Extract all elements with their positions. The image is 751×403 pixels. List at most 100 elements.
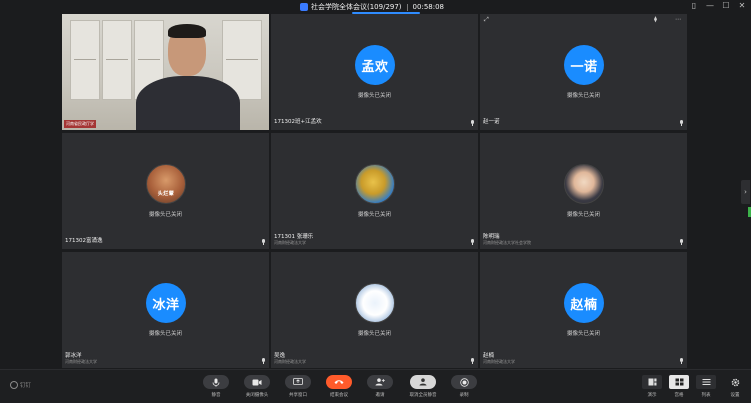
unmute-all-label: 取消全员静音 <box>409 393 437 398</box>
mic-icon <box>203 375 229 389</box>
avatar: 一诺 <box>564 45 604 85</box>
gear-icon <box>725 375 745 389</box>
pin-window-button[interactable]: ▯ <box>689 1 699 10</box>
camera-off-status: 摄像头已关闭 <box>357 331 391 337</box>
mic-muted-icon <box>470 358 475 364</box>
mute-button[interactable]: 静音 <box>198 375 234 398</box>
participant-tile[interactable]: 孟欢 摄像头已关闭 171302班+江孟欢 <box>271 14 478 130</box>
participant-tile-video[interactable]: 河南省民政厅学 <box>62 14 269 130</box>
background-cabinet <box>70 20 100 100</box>
camera-off-status: 摄像头已关闭 <box>566 93 600 99</box>
record-button[interactable]: 录制 <box>446 375 482 398</box>
grid-view-label: 宫格 <box>674 393 684 398</box>
settings-label: 设置 <box>730 393 740 398</box>
meeting-title: 社会学院全体会议(109/297) <box>311 3 402 11</box>
video-name-tag: 河南省民政厅学 <box>64 120 96 128</box>
participant-tile[interactable]: 摄像头已关闭 吴逸 河南财经政法大学 <box>271 252 478 368</box>
mic-status-icon: ⧫ <box>654 16 657 23</box>
participant-name: 赵一诺 <box>483 119 500 125</box>
avatar: 赵楠 <box>564 283 604 323</box>
more-options-icon[interactable]: ⋯ <box>675 16 681 23</box>
window-controls: ▯ — ☐ ✕ <box>689 1 747 10</box>
speaker-view-button[interactable]: 演示 <box>639 375 665 398</box>
avatar-photo: 头烂颦 <box>146 164 186 204</box>
share-window-label: 共享窗口 <box>289 393 307 398</box>
camera-off-status: 摄像头已关闭 <box>357 93 391 99</box>
participant-org: 河南财经政法大学 <box>65 359 97 364</box>
grid-view-button[interactable]: 宫格 <box>666 375 692 398</box>
side-panel-toggle-icon[interactable]: › <box>741 180 750 204</box>
person-hair <box>168 24 206 38</box>
brand-name: 钉钉 <box>20 383 32 389</box>
participant-name: 赵楠 <box>483 353 495 359</box>
avatar-photo <box>564 164 604 204</box>
end-meeting-button[interactable]: 结束会议 <box>321 375 357 398</box>
participant-name: 171302班+江孟欢 <box>274 119 322 125</box>
participant-name: 郭冰洋 <box>65 353 82 359</box>
list-view-button[interactable]: 列表 <box>693 375 719 398</box>
hangup-icon <box>326 375 352 389</box>
camera-icon <box>244 375 270 389</box>
mic-muted-icon <box>679 239 684 245</box>
meeting-timer: 00:58:08 <box>412 3 444 11</box>
participant-tile[interactable]: ⤢ ⧫ ⋯ 一诺 摄像头已关闭 赵一诺 <box>480 14 687 130</box>
person-body <box>136 76 240 130</box>
title-bar: 社会学院全体会议(109/297) 00:58:08 ▯ — ☐ ✕ <box>0 0 751 14</box>
share-window-button[interactable]: 共享窗口 <box>280 375 316 398</box>
avatar-photo <box>355 283 395 323</box>
participant-tile[interactable]: 头烂颦 摄像头已关闭 171302富涌逸 <box>62 133 269 249</box>
list-view-icon <box>696 375 716 389</box>
camera-off-status: 摄像头已关闭 <box>566 331 600 337</box>
participant-grid: 河南省民政厅学 孟欢 摄像头已关闭 171302班+江孟欢 ⤢ ⧫ ⋯ 一诺 摄… <box>62 14 690 369</box>
photo-caption: 头烂颦 <box>157 191 175 197</box>
meeting-title-group: 社会学院全体会议(109/297) 00:58:08 <box>300 2 444 12</box>
close-button[interactable]: ✕ <box>737 1 747 10</box>
camera-off-status: 摄像头已关闭 <box>357 212 391 218</box>
meeting-toolbar: 钉钉 静音 关闭摄像头 共享窗口 结束会议 邀请 取消全员静音 录制 演示 宫格… <box>0 369 751 403</box>
camera-off-status: 摄像头已关闭 <box>148 212 182 218</box>
participant-tile[interactable]: 赵楠 摄像头已关闭 赵楠 河南财经政法大学 <box>480 252 687 368</box>
shield-icon <box>300 3 308 11</box>
speaker-view-icon <box>642 375 662 389</box>
invite-label: 邀请 <box>375 393 385 398</box>
share-screen-icon <box>285 375 311 389</box>
participant-tile[interactable]: 摄像头已关闭 171301 张珊乐 河南财经政法大学 <box>271 133 478 249</box>
invite-button[interactable]: 邀请 <box>362 375 398 398</box>
participant-name: 171301 张珊乐 <box>274 234 314 240</box>
maximize-button[interactable]: ☐ <box>721 1 731 10</box>
participant-name: 陈明瑞 <box>483 234 500 240</box>
avatar: 孟欢 <box>355 45 395 85</box>
participant-org: 河南财经政法大学 <box>274 240 306 245</box>
mic-muted-icon <box>261 239 266 245</box>
avatar: 冰洋 <box>146 283 186 323</box>
camera-off-status: 摄像头已关闭 <box>566 212 600 218</box>
mic-muted-icon <box>470 239 475 245</box>
background-cabinet <box>102 20 132 100</box>
invite-icon <box>367 375 393 389</box>
avatar-photo <box>355 164 395 204</box>
mic-muted-icon <box>679 120 684 126</box>
title-separator <box>406 3 408 11</box>
brand-icon <box>10 381 18 389</box>
camera-off-status: 摄像头已关闭 <box>148 331 182 337</box>
expand-icon[interactable]: ⤢ <box>484 16 489 24</box>
participant-tile[interactable]: 摄像头已关闭 陈明瑞 河南财经政法大学社会学院 <box>480 133 687 249</box>
speaker-view-label: 演示 <box>647 393 657 398</box>
mute-label: 静音 <box>211 393 221 398</box>
grid-view-icon <box>669 375 689 389</box>
participant-name: 171302富涌逸 <box>65 238 103 244</box>
unmute-all-button[interactable]: 取消全员静音 <box>405 375 441 398</box>
brand-logo: 钉钉 <box>10 381 31 389</box>
participant-name: 吴逸 <box>274 353 286 359</box>
list-view-label: 列表 <box>701 393 711 398</box>
participant-tile[interactable]: 冰洋 摄像头已关闭 郭冰洋 河南财经政法大学 <box>62 252 269 368</box>
settings-button[interactable]: 设置 <box>722 375 748 398</box>
end-meeting-label: 结束会议 <box>330 393 348 398</box>
record-icon <box>451 375 477 389</box>
video-feed <box>62 14 269 130</box>
stop-camera-button[interactable]: 关闭摄像头 <box>239 375 275 398</box>
mic-muted-icon <box>261 358 266 364</box>
stop-camera-label: 关闭摄像头 <box>245 393 269 398</box>
minimize-button[interactable]: — <box>705 1 715 10</box>
mic-muted-icon <box>679 358 684 364</box>
